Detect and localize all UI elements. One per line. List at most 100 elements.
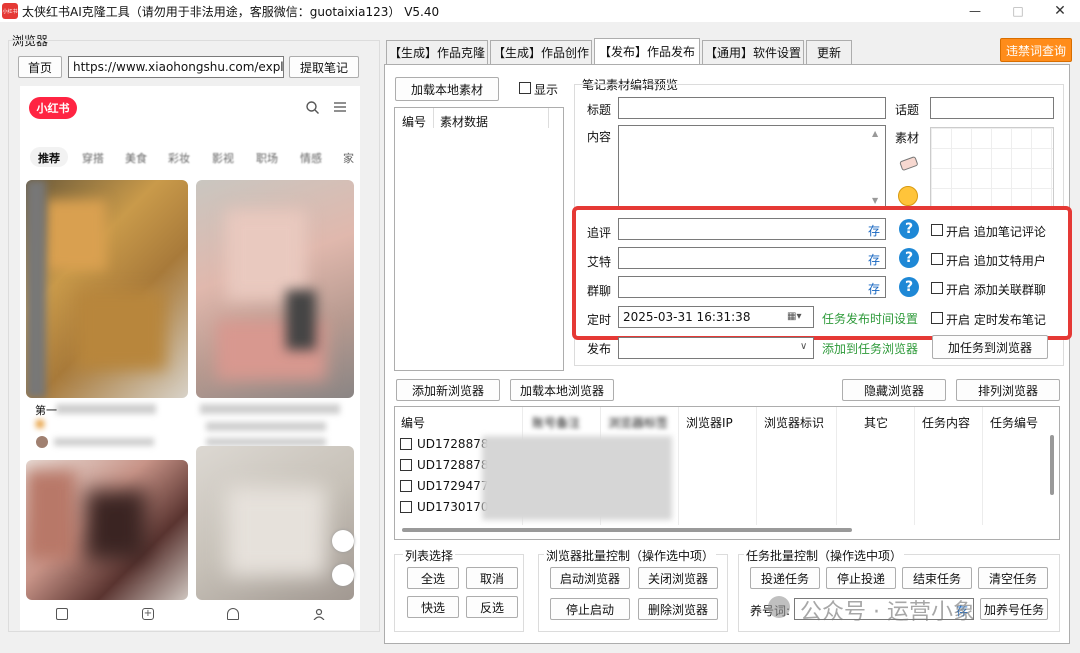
xhs-logo[interactable]: 小红书 [29,97,77,119]
material-grid[interactable] [930,127,1054,213]
add-to-browser-link[interactable]: 添加到任务浏览器 [822,340,918,357]
group-chat-checkbox[interactable] [931,282,943,294]
home-button[interactable]: 首页 [18,56,62,78]
user-icon[interactable] [313,608,325,621]
add-nurture-task-button[interactable]: 加养号任务 [980,598,1048,620]
row-checkbox[interactable] [400,480,412,492]
category-tab[interactable]: 家 [343,150,354,166]
tab-clone[interactable]: 【生成】作品克隆 [386,40,488,64]
scroll-up-icon[interactable]: ▲ [872,129,878,138]
add-new-browser-button[interactable]: 添加新浏览器 [396,379,500,401]
table-row[interactable]: UD1728878 [417,458,488,472]
category-tab[interactable]: 美食 [125,150,147,166]
deliver-task-button[interactable]: 投递任务 [750,567,820,589]
feed-image-2[interactable] [196,180,354,398]
publish-select[interactable] [618,337,814,359]
title-label: 标题 [587,103,612,117]
load-local-browser-button[interactable]: 加载本地浏览器 [510,379,614,401]
floating-icon[interactable] [332,530,354,552]
cancel-selection-button[interactable]: 取消 [466,567,518,589]
col-divider [678,407,679,525]
horizontal-scrollbar[interactable] [402,528,852,532]
browser-batch-group [538,554,728,632]
row-checkbox[interactable] [400,438,412,450]
group-chat-save[interactable]: 存 [868,280,880,297]
home-icon[interactable] [56,608,68,620]
table-row[interactable]: UD1728878 [417,437,488,451]
table-row[interactable]: UD1729477 [417,479,488,493]
timer-checkbox[interactable] [931,312,943,324]
group-chat-field[interactable] [618,276,886,298]
scroll-down-icon[interactable]: ▼ [872,196,878,205]
quick-select-button[interactable]: 快选 [407,596,459,618]
timer-datetime-field[interactable]: 2025-03-31 16:31:38 [618,306,814,328]
category-tab[interactable]: 职场 [256,150,278,166]
follow-comment-save[interactable]: 存 [868,222,880,239]
emoji-icon[interactable] [898,186,918,206]
help-icon[interactable]: ? [899,277,919,297]
tab-create[interactable]: 【生成】作品创作 [490,40,592,64]
maximize-button[interactable]: □ [1003,0,1033,22]
mention-save[interactable]: 存 [868,251,880,268]
url-field[interactable]: https://www.xiaohongshu.com/explor [68,56,284,78]
mention-checkbox[interactable] [931,253,943,265]
end-task-button[interactable]: 结束任务 [902,567,972,589]
tab-settings[interactable]: 【通用】软件设置 [702,40,804,64]
category-tab[interactable]: 影视 [212,150,234,166]
minimize-button[interactable]: — [960,0,990,22]
mention-field[interactable] [618,247,886,269]
show-checkbox[interactable] [519,82,531,94]
search-icon[interactable] [306,101,319,114]
table-header: 浏览器IP [686,416,733,430]
feed-image-4[interactable] [196,446,354,600]
clear-task-button[interactable]: 清空任务 [978,567,1048,589]
close-button[interactable]: ✕ [1045,0,1075,22]
stop-deliver-button[interactable]: 停止投递 [826,567,896,589]
close-browser-button[interactable]: 关闭浏览器 [638,567,718,589]
material-list[interactable] [394,107,564,371]
timer-settings-link[interactable]: 任务发布时间设置 [822,310,918,327]
invert-selection-button[interactable]: 反选 [466,596,518,618]
table-header: 账号备注 [532,416,581,430]
category-tab[interactable]: 彩妆 [168,150,190,166]
feed-image-3[interactable] [26,460,188,600]
help-icon[interactable]: ? [899,248,919,268]
load-material-button[interactable]: 加载本地素材 [395,77,499,101]
col-divider [548,108,549,128]
violation-check-button[interactable]: 违禁词查询 [1000,38,1072,62]
category-tab[interactable]: 穿搭 [82,150,104,166]
menu-icon[interactable] [334,101,346,113]
table-header: 编号 [401,416,426,430]
eraser-icon[interactable] [898,156,920,172]
help-icon[interactable]: ? [899,219,919,239]
start-browser-button[interactable]: 启动浏览器 [550,567,630,589]
vertical-scrollbar[interactable] [1046,425,1058,525]
add-icon[interactable]: + [142,608,154,620]
row-checkbox[interactable] [400,501,412,513]
tab-publish[interactable]: 【发布】作品发布 [594,38,700,64]
calendar-icon[interactable]: ▦▾ [787,311,809,323]
select-all-button[interactable]: 全选 [407,567,459,589]
category-tab[interactable]: 情感 [300,150,322,166]
feed-image-1[interactable] [26,180,188,398]
tab-update[interactable]: 更新 [806,40,852,64]
bottom-nav [20,600,360,630]
stop-start-button[interactable]: 停止启动 [550,598,630,620]
chevron-down-icon[interactable]: ∨ [800,341,807,352]
content-field[interactable] [618,125,886,211]
arrange-browser-button[interactable]: 排列浏览器 [956,379,1060,401]
add-task-to-browser-button[interactable]: 加任务到浏览器 [932,335,1048,359]
feed-text-2 [200,404,340,414]
table-row[interactable]: UD1730170 [417,500,488,514]
delete-browser-button[interactable]: 删除浏览器 [638,598,718,620]
fetch-note-button[interactable]: 提取笔记 [289,56,359,78]
follow-comment-field[interactable] [618,218,886,240]
bell-icon[interactable] [227,608,239,620]
title-field[interactable] [618,97,886,119]
follow-comment-checkbox[interactable] [931,224,943,236]
topic-field[interactable] [930,97,1054,119]
refresh-icon[interactable] [332,564,354,586]
hide-browser-button[interactable]: 隐藏浏览器 [842,379,946,401]
row-checkbox[interactable] [400,459,412,471]
category-tab[interactable]: 推荐 [38,150,60,166]
